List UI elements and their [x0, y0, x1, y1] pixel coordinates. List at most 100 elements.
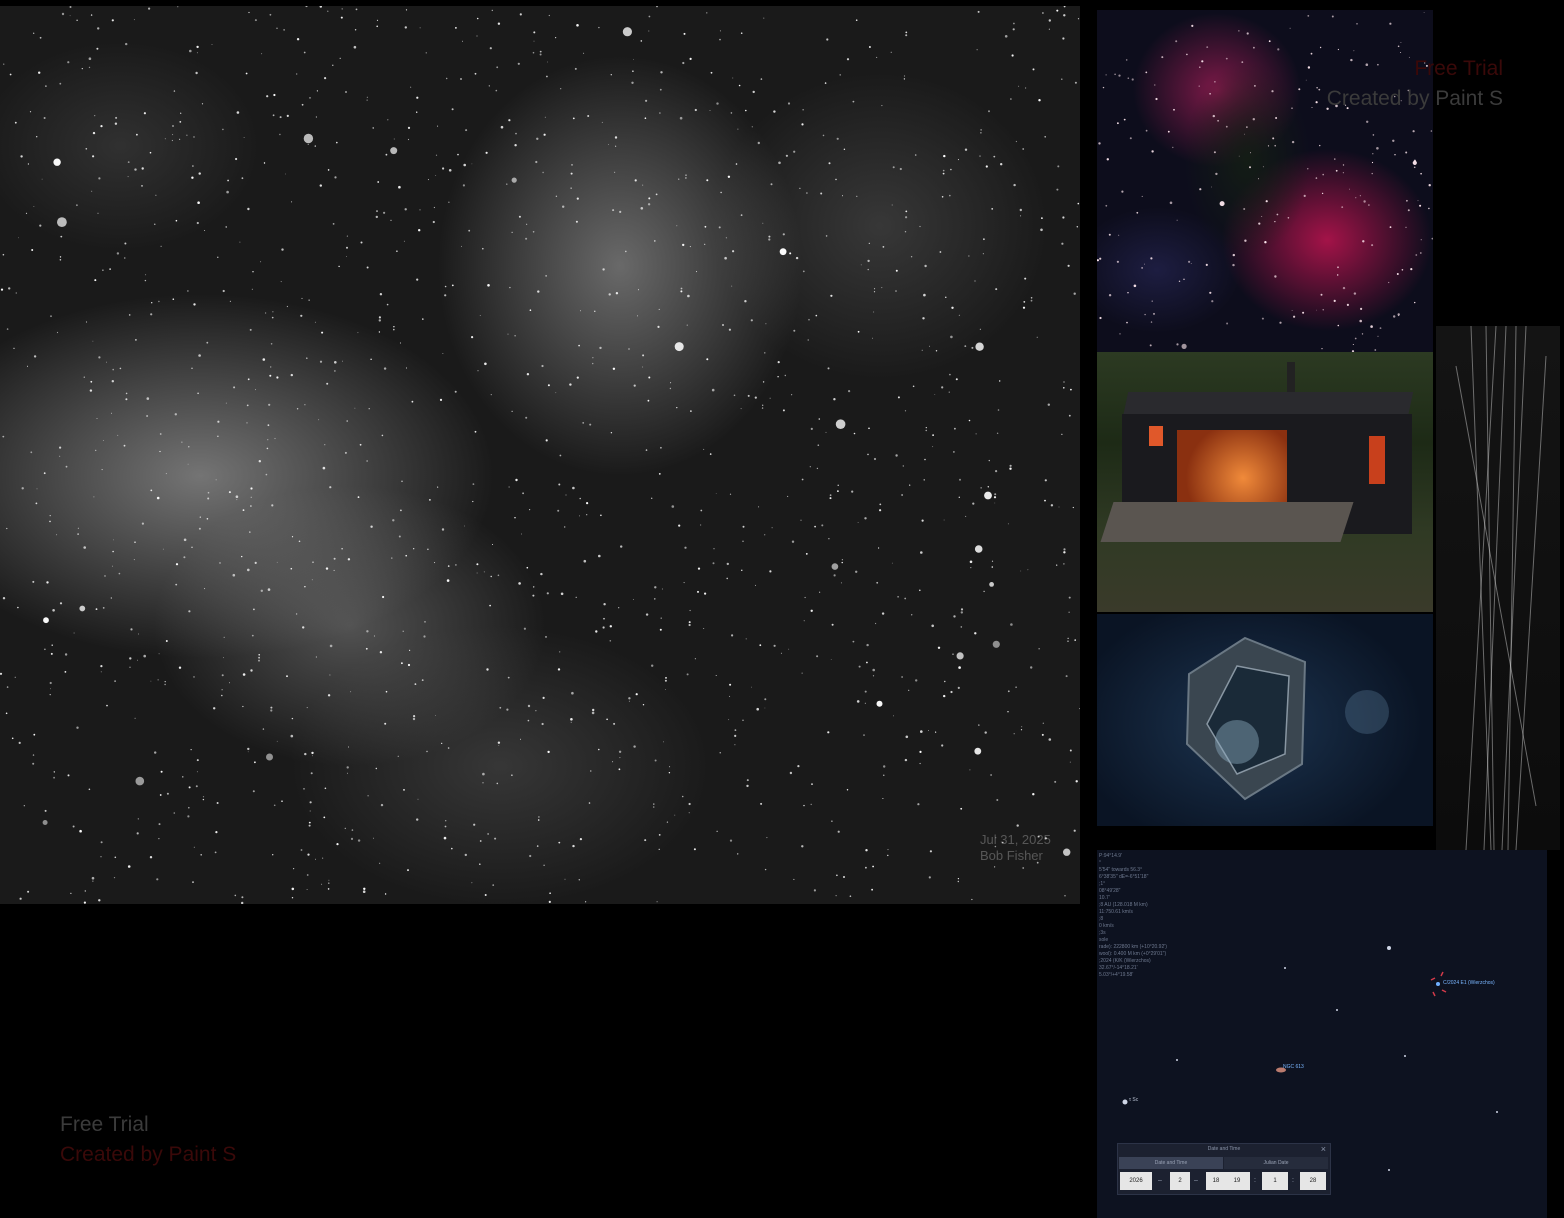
- star: [290, 734, 294, 738]
- star: [689, 246, 691, 248]
- hour-spinbox[interactable]: 19: [1224, 1172, 1250, 1190]
- star: [88, 788, 91, 791]
- star: [975, 433, 977, 435]
- star: [1397, 313, 1400, 316]
- star: [1020, 215, 1022, 217]
- star: [654, 598, 656, 600]
- time-separator: :: [1254, 1177, 1256, 1184]
- star: [1173, 108, 1175, 111]
- star: [1379, 327, 1382, 329]
- star: [960, 626, 963, 628]
- second-spinbox[interactable]: 28: [1300, 1172, 1326, 1190]
- star: [1027, 569, 1029, 571]
- star: [578, 879, 580, 881]
- star: [545, 636, 547, 638]
- star: [136, 832, 139, 835]
- star: [250, 496, 252, 498]
- star: [1076, 226, 1079, 228]
- star: [437, 125, 439, 127]
- star: [72, 825, 75, 828]
- star: [1057, 165, 1060, 168]
- star: [472, 483, 475, 485]
- star: [309, 801, 312, 804]
- star: [1337, 266, 1339, 269]
- star: [642, 366, 644, 368]
- star: [85, 148, 88, 150]
- day-spinbox[interactable]: 18: [1206, 1172, 1226, 1190]
- star: [923, 293, 926, 297]
- star: [193, 136, 195, 138]
- month-spinbox[interactable]: 2: [1170, 1172, 1190, 1190]
- star: [18, 237, 19, 239]
- star: [347, 772, 348, 774]
- star: [286, 114, 289, 117]
- star: [737, 128, 739, 130]
- star: [1061, 433, 1063, 435]
- star: [83, 376, 86, 378]
- star: [64, 671, 67, 673]
- star: [943, 519, 945, 521]
- star: [188, 610, 191, 613]
- star: [570, 721, 572, 723]
- star: [1355, 197, 1357, 199]
- star: [1199, 66, 1201, 68]
- star: [576, 376, 579, 379]
- star: [76, 204, 78, 207]
- star: [935, 731, 937, 733]
- star: [801, 478, 804, 481]
- star: [174, 413, 177, 416]
- star: [991, 208, 994, 210]
- star: [876, 56, 878, 58]
- star: [1056, 9, 1059, 12]
- star: [448, 201, 450, 203]
- star: [81, 68, 83, 70]
- star: [290, 567, 293, 570]
- star: [866, 661, 868, 664]
- star: [360, 241, 363, 244]
- star: [25, 212, 28, 214]
- star: [942, 172, 945, 175]
- star: [943, 694, 946, 698]
- star: [1370, 325, 1373, 328]
- nebula-photo-grayscale: Jul 31, 2025 Bob Fisher: [0, 6, 1080, 904]
- star: [357, 839, 361, 842]
- star: [1056, 564, 1058, 566]
- star: [61, 12, 65, 16]
- star: [392, 519, 395, 522]
- star: [268, 403, 271, 406]
- star: [96, 47, 99, 50]
- tab-julian-date[interactable]: Julian Date: [1224, 1157, 1328, 1169]
- star: [464, 525, 465, 527]
- star: [808, 318, 810, 321]
- star: [1013, 183, 1016, 187]
- star: [856, 700, 860, 703]
- star: [533, 40, 535, 42]
- year-spinbox[interactable]: 2026: [1120, 1172, 1152, 1190]
- star: [773, 644, 776, 647]
- minute-spinbox[interactable]: 1: [1262, 1172, 1288, 1190]
- tab-date-and-time[interactable]: Date and Time: [1119, 1157, 1223, 1169]
- dialog-close-button[interactable]: ×: [1321, 1144, 1326, 1154]
- star: [283, 29, 285, 31]
- star: [362, 890, 366, 893]
- star: [1155, 97, 1158, 101]
- star: [217, 420, 220, 423]
- star: [1022, 306, 1026, 309]
- star: [1131, 78, 1134, 81]
- star: [1030, 299, 1033, 302]
- star: [399, 342, 401, 344]
- star: [304, 404, 306, 406]
- star: [934, 394, 936, 395]
- star: [508, 486, 510, 488]
- star: [1129, 137, 1132, 140]
- star: [575, 220, 578, 223]
- star: [253, 608, 255, 611]
- star: [1219, 201, 1225, 207]
- star: [829, 494, 832, 497]
- star: [957, 159, 959, 161]
- star: [941, 196, 944, 198]
- star: [134, 541, 136, 543]
- star: [867, 453, 869, 456]
- star: [271, 316, 274, 319]
- star: [827, 731, 830, 734]
